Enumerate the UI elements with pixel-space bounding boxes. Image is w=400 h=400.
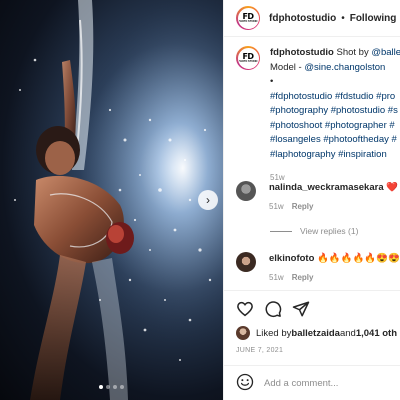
reply-button[interactable]: Reply — [292, 273, 314, 282]
carousel-dot — [106, 385, 110, 389]
add-comment-bar — [224, 365, 400, 400]
chevron-right-icon[interactable]: › — [198, 190, 218, 210]
comment-text: elkinofoto 🔥🔥🔥🔥🔥😍😍😍 — [269, 252, 400, 265]
liked-by-username[interactable]: balletzaida — [291, 328, 340, 339]
comment-username[interactable]: elkinofoto — [269, 253, 314, 264]
avatar-logo-text: FD — [242, 52, 254, 61]
likes-middle: and — [339, 327, 356, 339]
likes-count[interactable]: 1,041 oth — [356, 328, 397, 339]
account-username[interactable]: fdphotostudio — [269, 13, 336, 24]
share-icon[interactable] — [292, 300, 310, 318]
avatar[interactable] — [236, 252, 256, 272]
avatar[interactable] — [236, 326, 250, 340]
comment-icon[interactable] — [264, 300, 282, 318]
likes-summary: Liked by balletzaida and 1,041 oth — [236, 326, 397, 340]
emoji-icon[interactable] — [236, 373, 254, 393]
caption-username[interactable]: fdphotostudio — [270, 47, 334, 58]
comment-timestamp[interactable]: 51w — [269, 273, 284, 282]
hashtag-line[interactable]: #photoshoot #photographer # — [270, 119, 400, 134]
view-replies-button[interactable]: View replies (1) — [270, 226, 358, 236]
comment-item: elkinofoto 🔥🔥🔥🔥🔥😍😍😍 51w Reply — [236, 252, 400, 282]
hashtag-line[interactable]: #photography #photostudio #s — [270, 104, 400, 119]
carousel-dot — [113, 385, 117, 389]
hashtag-line[interactable]: #losangeles #photooftheday # — [270, 133, 400, 148]
avatar-logo: FD PHOTO STUDIO — [237, 47, 259, 69]
avatar-logo-text: FD — [242, 12, 254, 21]
carousel-dot — [99, 385, 103, 389]
avatar-logo-subtext: PHOTO STUDIO — [238, 60, 258, 63]
caption-line: • — [270, 76, 274, 87]
comment-emoji: 🔥🔥🔥🔥🔥😍😍😍 — [317, 253, 400, 264]
header-separator: • — [341, 12, 345, 24]
caption-fragment: Model - — [270, 61, 305, 73]
post-date[interactable]: JUNE 7, 2021 — [236, 347, 283, 354]
post-photo: › — [0, 0, 223, 400]
hashtag-line[interactable]: #fdphotostudio #fdstudio #pro — [270, 90, 400, 105]
avatar-logo: FD PHOTO STUDIO — [237, 7, 259, 29]
comment-username[interactable]: nalinda_weckramasekara — [269, 182, 384, 193]
avatar-logo-subtext: PHOTO STUDIO — [238, 20, 258, 23]
hashtag-line[interactable]: #laphotography #inspiration — [270, 148, 400, 163]
heart-icon[interactable] — [236, 300, 254, 318]
avatar[interactable] — [236, 181, 256, 201]
comment-emoji: ❤️ — [386, 182, 399, 193]
comment-meta: 51w Reply — [269, 202, 398, 211]
post-caption: FD PHOTO STUDIO fdphotostudio Shot by @b… — [236, 46, 400, 186]
avatar[interactable]: FD PHOTO STUDIO — [236, 6, 260, 30]
view-replies-label: View replies (1) — [300, 226, 359, 236]
comment-timestamp[interactable]: 51w — [269, 202, 284, 211]
comment-item: nalinda_weckramasekara ❤️ 51w Reply — [236, 181, 398, 211]
comment-meta: 51w Reply — [269, 273, 400, 282]
caption-line: Model - @sine.changolston — [270, 61, 400, 76]
mention-link[interactable]: @ballet — [371, 47, 400, 58]
caption-line: fdphotostudio Shot by @ballet — [270, 46, 400, 61]
comment-input[interactable] — [264, 377, 400, 389]
post-header: FD PHOTO STUDIO fdphotostudio • Followin… — [224, 0, 400, 37]
photo-art — [0, 0, 223, 400]
comment-text: nalinda_weckramasekara ❤️ — [269, 181, 398, 194]
caption-fragment: Shot by — [333, 47, 372, 58]
action-bar — [224, 290, 400, 326]
carousel-dots — [0, 385, 223, 389]
caption-text: fdphotostudio Shot by @ballet Model - @s… — [270, 46, 400, 186]
mention-link[interactable]: @sine.changolston — [304, 62, 385, 73]
caption-avatar[interactable]: FD PHOTO STUDIO — [236, 46, 260, 70]
carousel-dot — [120, 385, 124, 389]
reply-button[interactable]: Reply — [292, 202, 314, 211]
likes-prefix: Liked by — [256, 327, 292, 339]
post-sidebar: FD PHOTO STUDIO fdphotostudio • Followin… — [223, 0, 400, 400]
divider — [270, 230, 292, 232]
following-button[interactable]: Following — [350, 13, 397, 24]
